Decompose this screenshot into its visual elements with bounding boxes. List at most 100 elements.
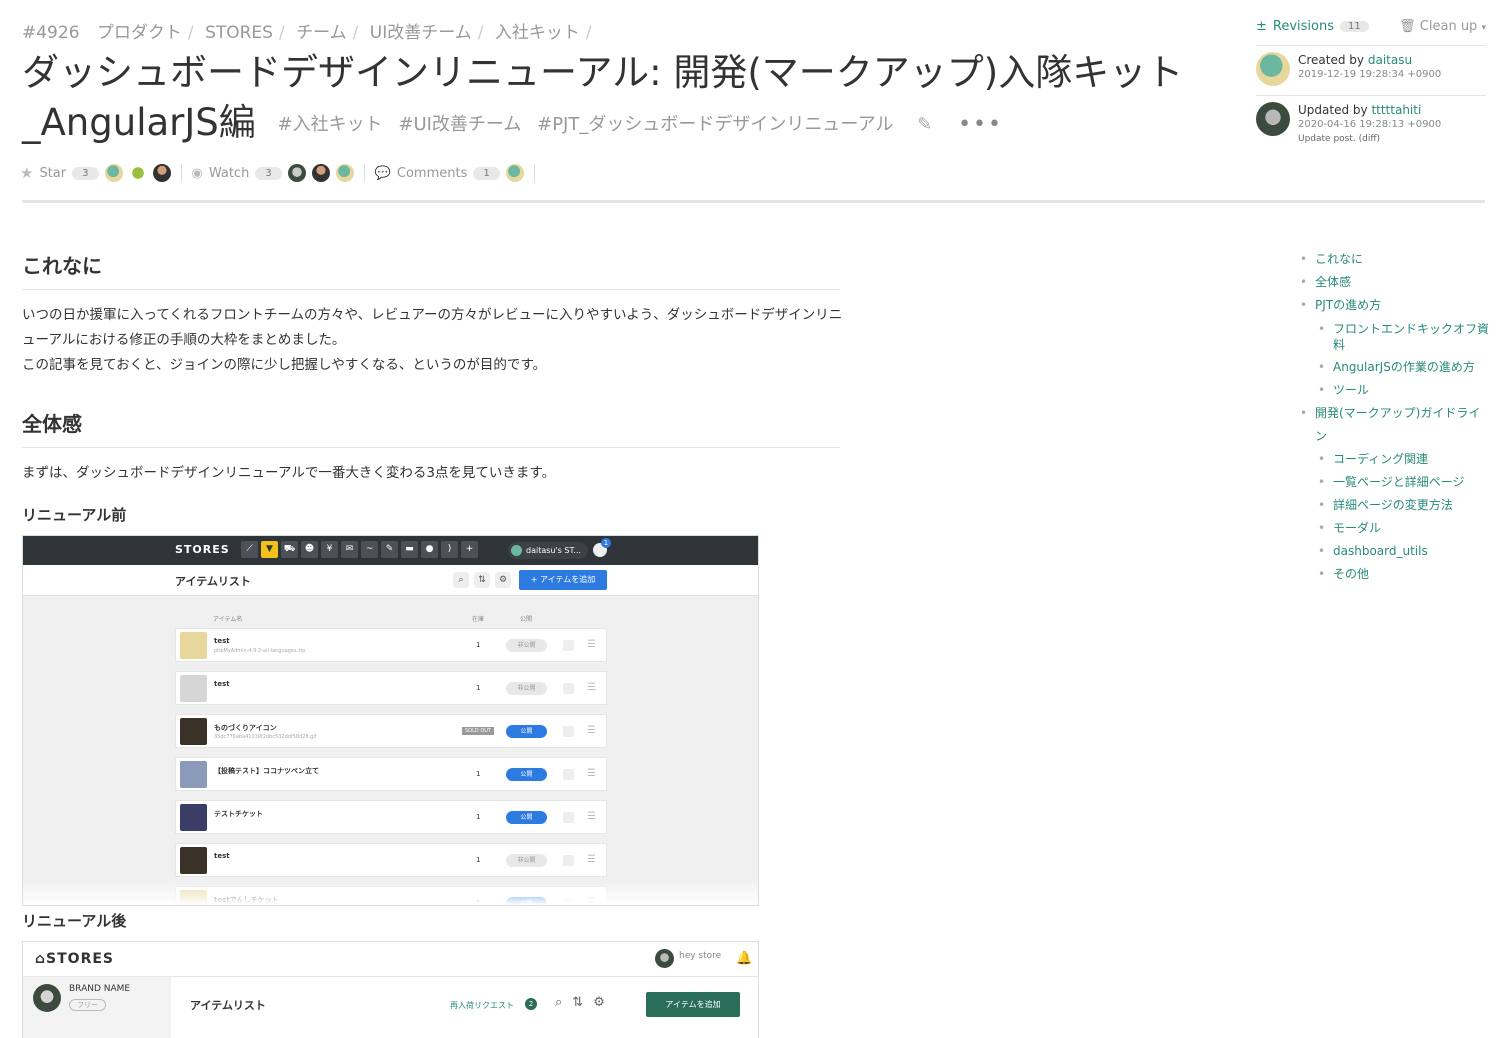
list-title: アイテムリスト [190, 999, 266, 1012]
logo-text: STORES [46, 951, 114, 967]
brand-name: BRAND NAME [69, 984, 131, 994]
tag-link[interactable]: #UI改善チーム [398, 114, 521, 135]
table-row: テストチケット 1 公開 ☰ [175, 800, 607, 834]
post-number: #4926 [22, 23, 80, 43]
toc-item[interactable]: モーダル [1318, 517, 1490, 540]
screenshot-before: STORES ⟋ ▼ ⛟ ☻ ¥ ✉ ~ ✎ ▬ ● ) + daitasu's… [22, 535, 759, 906]
toc-item[interactable]: AngularJSの作業の進め方 [1318, 356, 1490, 379]
shirt-icon: ▼ [261, 541, 278, 558]
avatar[interactable] [335, 164, 354, 182]
created-info: Created by daitasu 2019-12-19 19:28:34 +… [1256, 45, 1486, 86]
item-thumbnail [180, 847, 207, 874]
tag-link[interactable]: #入社キット [278, 114, 383, 135]
table-row: 【投稿テスト】ココナツペン立て 1 公開 ☰ [175, 757, 607, 791]
avatar[interactable] [505, 164, 524, 182]
breadcrumb-item[interactable]: 入社キット [495, 23, 580, 43]
revisions-label: Revisions [1272, 18, 1335, 34]
chevron-down-icon [563, 726, 574, 737]
star-label: Star [39, 165, 67, 181]
watch-count: 3 [255, 166, 282, 180]
star-count: 3 [72, 166, 99, 180]
section-heading: 全体感 [22, 408, 840, 448]
avatar[interactable] [287, 164, 306, 182]
toc-item[interactable]: その他 [1318, 563, 1490, 586]
watch-button[interactable]: ◉ Watch 3 [192, 164, 354, 182]
breadcrumb-item[interactable]: STORES [205, 23, 273, 43]
yen-icon: ¥ [321, 541, 338, 558]
avatar[interactable] [1256, 52, 1290, 86]
toc-item[interactable]: 詳細ページの変更方法 [1318, 494, 1490, 517]
sold-out-badge: SOLD OUT [462, 727, 494, 735]
chevron-down-icon: ▾ [1481, 22, 1486, 33]
toc-item[interactable]: 一覧ページと詳細ページ [1318, 471, 1490, 494]
item-stock: 1 [476, 813, 481, 821]
list-tools: ⌕ ⇅ ⚙ [555, 995, 605, 1010]
item-thumbnail [180, 761, 207, 788]
toc-item[interactable]: PJTの進め方 [1300, 294, 1490, 317]
stores-logo: ⌂STORES [35, 951, 114, 967]
toc-item[interactable]: dashboard_utils [1318, 540, 1490, 563]
pen-icon: ⟋ [241, 541, 258, 558]
item-file: 35dc776aba41030f2dbc532ddf58d28.gif [214, 734, 317, 740]
list-tools: ⌕ ⇅ ⚙ [453, 572, 511, 588]
created-user-link[interactable]: daitasu [1368, 53, 1412, 67]
item-stock: 1 [476, 641, 481, 649]
table-row: ものづくりアイコン 35dc776aba41030f2dbc532ddf58d28… [175, 714, 607, 748]
breadcrumb-item[interactable]: プロダクト [97, 23, 182, 43]
item-thumbnail [180, 675, 207, 702]
item-name: test [214, 680, 230, 688]
item-thumbnail [180, 718, 207, 745]
drag-handle-icon: ☰ [587, 811, 596, 822]
plus-icon: + [461, 541, 478, 558]
avatar[interactable] [311, 164, 330, 182]
toc-item[interactable]: コーディング関連 [1318, 448, 1490, 471]
watch-label: Watch [208, 165, 250, 181]
comments-button[interactable]: 💬 Comments 1 [375, 164, 524, 182]
paragraph: まずは、ダッシュボードデザインリニューアルで一番大きく変わる3点を見ていきます。 [22, 465, 556, 481]
item-file: phpMyAdmin-4.9.2-all-languages.zip [214, 648, 306, 654]
sort-icon: ⇅ [474, 572, 490, 588]
updated-user-link[interactable]: tttttahiti [1371, 103, 1421, 117]
breadcrumb-item[interactable]: チーム [296, 23, 347, 43]
fade-overlay [23, 879, 758, 905]
avatar[interactable] [152, 164, 171, 182]
toc-item[interactable]: フロントエンドキックオフ資料 [1318, 317, 1490, 356]
revisions-link[interactable]: ± Revisions 11 [1256, 19, 1369, 34]
sidebar: BRAND NAME フリー [23, 977, 171, 1038]
avatar[interactable] [1256, 102, 1290, 136]
item-name: test [214, 852, 230, 860]
add-item-button: アイテムを追加 [646, 992, 740, 1017]
sort-icon: ⇅ [572, 995, 584, 1010]
section-heading: これなに [22, 250, 840, 290]
table-row: test 1 非公開 ☰ [175, 843, 607, 877]
tag-link[interactable]: #PJT_ダッシュボードデザインリニューアル [537, 114, 893, 135]
avatar[interactable] [104, 164, 123, 182]
toc-item[interactable]: ツール [1318, 379, 1490, 402]
list-title: アイテムリスト [175, 575, 251, 588]
divider [533, 164, 535, 182]
revisions-count: 11 [1340, 20, 1369, 32]
toc-item[interactable]: 開発(マークアップ)ガイドライン [1300, 402, 1490, 448]
breadcrumb-item[interactable]: UI改善チーム [370, 23, 472, 43]
search-icon: ⌕ [453, 572, 469, 588]
publish-toggle: 公開 [506, 768, 547, 781]
cleanup-button[interactable]: 🗑 Clean up ▾ [1399, 19, 1486, 34]
star-button[interactable]: ★ Star 3 [20, 164, 171, 182]
more-options-icon[interactable]: ••• [958, 112, 1003, 137]
toc-item[interactable]: 全体感 [1300, 271, 1490, 294]
toc-item[interactable]: これなに [1300, 248, 1490, 271]
item-thumbnail [180, 804, 207, 831]
item-stock: 1 [476, 856, 481, 864]
drag-handle-icon: ☰ [587, 768, 596, 779]
publish-toggle: 公開 [506, 811, 547, 824]
restock-link: 再入荷リクエスト [450, 1001, 514, 1010]
subheading: リニューアル前 [22, 506, 127, 524]
pencil-icon[interactable]: ✎ [917, 114, 932, 135]
plan-badge: フリー [69, 999, 106, 1011]
item-name: test [214, 637, 230, 645]
cleanup-label: Clean up [1419, 18, 1478, 34]
comments-label: Comments [396, 165, 468, 181]
avatar[interactable] [128, 164, 147, 182]
update-note[interactable]: Update post. (diff) [1298, 132, 1441, 146]
comment-icon: 💬 [374, 165, 391, 181]
